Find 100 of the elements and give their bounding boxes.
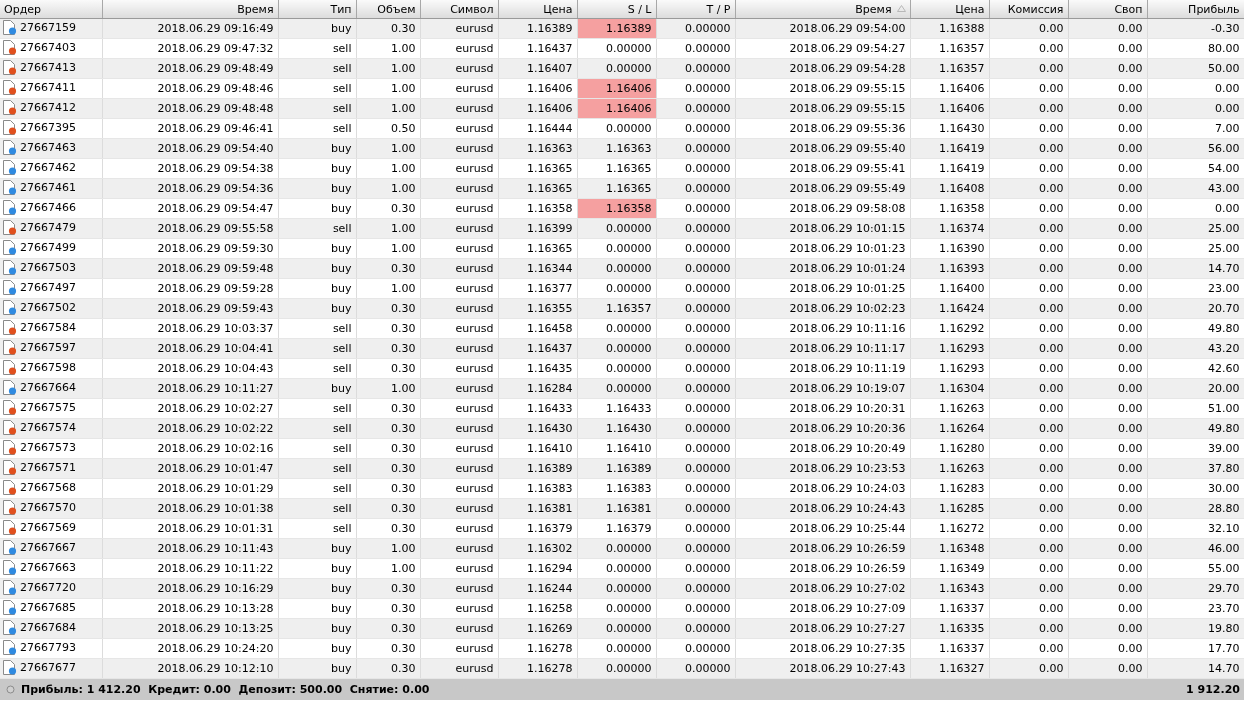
table-cell: 1.16263: [939, 462, 985, 475]
table-cell: sell: [332, 522, 352, 535]
table-cell: 1.16358: [606, 202, 652, 215]
table-cell: 2018.06.29 09:55:49: [789, 182, 906, 195]
table-cell: 39.00: [1208, 442, 1240, 455]
table-cell: eurusd: [455, 222, 494, 235]
table-cell: 0.00000: [685, 122, 731, 135]
table-cell: 0.00000: [685, 462, 731, 475]
table-cell: buy: [331, 642, 352, 655]
table-cell: 0.00: [1118, 462, 1143, 475]
table-cell: eurusd: [455, 282, 494, 295]
table-cell: eurusd: [455, 62, 494, 75]
table-cell: eurusd: [455, 362, 494, 375]
table-cell: 1.16363: [606, 142, 652, 155]
table-cell: eurusd: [455, 382, 494, 395]
table-cell: 1.16435: [527, 362, 573, 375]
table-cell: 2018.06.29 09:54:38: [157, 162, 274, 175]
table-cell: 0.00000: [685, 562, 731, 575]
table-cell: 56.00: [1208, 142, 1240, 155]
table-cell: 2018.06.29 10:01:23: [789, 242, 906, 255]
table-cell: 2018.06.29 10:27:09: [789, 602, 906, 615]
table-cell: 0.00000: [685, 422, 731, 435]
table-cell: 2018.06.29 10:27:02: [789, 582, 906, 595]
table-cell: 0.00000: [685, 222, 731, 235]
table-cell: 1.16383: [606, 482, 652, 495]
table-cell: 0.00000: [606, 242, 652, 255]
table-cell: 2018.06.29 09:47:32: [157, 42, 274, 55]
table-cell: 2018.06.29 09:48:46: [157, 82, 274, 95]
table-cell: 0.00000: [685, 402, 731, 415]
table-cell: -0.30: [1211, 22, 1240, 35]
table-cell: 1.00: [391, 42, 416, 55]
column-header[interactable]: Прибыль: [1147, 0, 1244, 19]
column-header[interactable]: Ордер: [0, 0, 102, 19]
table-cell: sell: [332, 102, 352, 115]
table-cell: 27667667: [20, 540, 76, 554]
table-cell: 2018.06.29 09:55:40: [789, 142, 906, 155]
table-cell: eurusd: [455, 662, 494, 675]
table-cell: 2018.06.29 10:20:31: [789, 402, 906, 415]
table-cell: 0.00: [1118, 522, 1143, 535]
table-cell: 1.00: [391, 62, 416, 75]
table-cell: 0.00: [1039, 662, 1064, 675]
table-cell: 23.00: [1208, 282, 1240, 295]
table-cell: 50.00: [1208, 62, 1240, 75]
table-cell: 2018.06.29 09:55:15: [789, 82, 906, 95]
table-cell: 27667461: [20, 180, 76, 194]
column-header[interactable]: T / P: [656, 0, 735, 19]
column-header[interactable]: Цена: [498, 0, 577, 19]
table-cell: 1.16343: [939, 582, 985, 595]
table-cell: 0.00: [1039, 542, 1064, 555]
table-cell: 0.00: [1039, 22, 1064, 35]
column-header[interactable]: Объем: [356, 0, 420, 19]
column-header[interactable]: Тип: [278, 0, 356, 19]
table-cell: 0.00000: [606, 582, 652, 595]
table-cell: 2018.06.29 10:11:17: [789, 342, 906, 355]
table-cell: 1.16389: [527, 22, 573, 35]
table-cell: 2018.06.29 09:55:36: [789, 122, 906, 135]
table-cell: 2018.06.29 09:59:28: [157, 282, 274, 295]
table-cell: buy: [331, 542, 352, 555]
column-header[interactable]: Своп: [1068, 0, 1147, 19]
table-cell: 1.16363: [527, 142, 573, 155]
table-cell: 0.00000: [685, 542, 731, 555]
table-cell: eurusd: [455, 442, 494, 455]
table-cell: 1.00: [391, 542, 416, 555]
table-cell: buy: [331, 242, 352, 255]
table-cell: buy: [331, 622, 352, 635]
table-cell: 0.00: [1039, 262, 1064, 275]
column-header[interactable]: Время: [102, 0, 278, 19]
table-cell: 2018.06.29 10:24:43: [789, 502, 906, 515]
table-cell: 2018.06.29 10:13:25: [157, 622, 274, 635]
table-cell: 1.16430: [939, 122, 985, 135]
column-header[interactable]: S / L: [577, 0, 656, 19]
table-cell: 27667403: [20, 40, 76, 54]
table-cell: 2018.06.29 09:59:48: [157, 262, 274, 275]
table-cell: 2018.06.29 10:27:43: [789, 662, 906, 675]
table-cell: 30.00: [1208, 482, 1240, 495]
table-cell: 0.00: [1039, 582, 1064, 595]
table-cell: 2018.06.29 10:11:16: [789, 322, 906, 335]
table-cell: 2018.06.29 10:11:22: [157, 562, 274, 575]
column-header[interactable]: Цена: [910, 0, 989, 19]
table-cell: buy: [331, 562, 352, 575]
column-header[interactable]: Символ: [420, 0, 498, 19]
column-header[interactable]: Комиссия: [989, 0, 1068, 19]
table-cell: 1.16349: [939, 562, 985, 575]
table-cell: 0.00: [1118, 542, 1143, 555]
table-cell: 1.16430: [606, 422, 652, 435]
table-cell: buy: [331, 262, 352, 275]
table-cell: 1.16304: [939, 382, 985, 395]
table-cell: 2018.06.29 10:24:20: [157, 642, 274, 655]
table-cell: 1.16283: [939, 482, 985, 495]
table-cell: 27667411: [20, 80, 76, 94]
table-cell: sell: [332, 442, 352, 455]
table-cell: 1.16433: [527, 402, 573, 415]
table-cell: 0.00000: [685, 242, 731, 255]
table-cell: 49.80: [1208, 322, 1240, 335]
table-cell: 2018.06.29 10:01:15: [789, 222, 906, 235]
column-header[interactable]: Время: [735, 0, 910, 19]
table-cell: 2018.06.29 09:58:08: [789, 202, 906, 215]
table-cell: 2018.06.29 10:13:28: [157, 602, 274, 615]
table-cell: 0.00000: [685, 442, 731, 455]
table-cell: 1.16389: [527, 462, 573, 475]
